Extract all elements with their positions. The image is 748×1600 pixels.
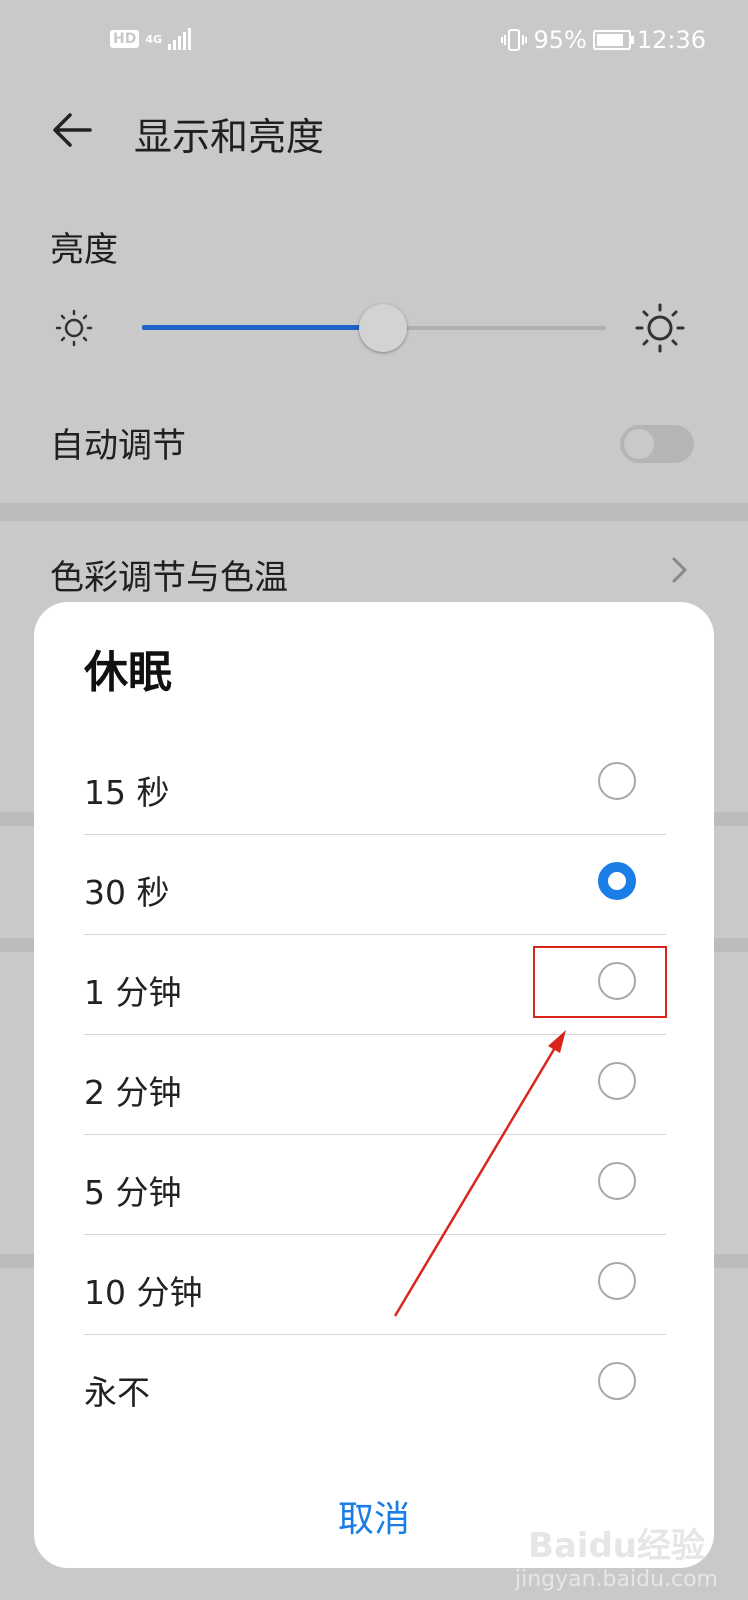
signal-icon [168,28,192,50]
radio-button[interactable] [598,762,636,800]
section-divider [0,503,748,521]
option-never[interactable]: 永不 [84,1334,666,1434]
radio-button[interactable] [598,1362,636,1400]
watermark: Baidu经验 jingyan.baidu.com [515,1518,718,1592]
vibrate-icon [501,29,528,51]
hd-badge: HD [110,30,140,48]
option-label: 永不 [84,1373,150,1412]
chevron-right-icon [672,557,687,583]
radio-button[interactable] [598,1262,636,1300]
watermark-site: jingyan.baidu.com [514,1567,718,1592]
page-title: 显示和亮度 [134,115,325,159]
option-label: 30 秒 [84,873,170,912]
option-5min[interactable]: 5 分钟 [84,1134,666,1235]
sun-high-icon [635,303,685,353]
toggle-knob [624,429,654,459]
brightness-label: 亮度 [50,230,118,270]
watermark-brand: Baidu经验 [527,1526,706,1566]
back-arrow-icon[interactable] [50,108,94,152]
sleep-dialog: 休眠 15 秒 30 秒 1 分钟 2 分钟 5 分钟 10 分钟 永不 取消 [34,602,714,1568]
top-bar: 显示和亮度 [0,100,748,160]
slider-fill [142,325,384,330]
slider-thumb[interactable] [359,304,408,352]
option-label: 5 分钟 [84,1173,182,1212]
status-left: HD 4G [110,28,192,50]
option-label: 15 秒 [84,773,170,812]
battery-percent: 95% [533,26,587,54]
radio-button[interactable] [598,1062,636,1100]
color-temperature-label[interactable]: 色彩调节与色温 [50,550,288,599]
option-15s[interactable]: 15 秒 [84,734,666,835]
annotation-highlight-box [533,946,667,1018]
option-label: 10 分钟 [84,1273,203,1312]
option-30s[interactable]: 30 秒 [84,834,666,935]
radio-button[interactable] [598,1162,636,1200]
auto-adjust-toggle[interactable] [620,425,694,463]
status-right: 95% 12:36 [501,26,706,54]
sun-low-icon [55,309,93,347]
brightness-slider[interactable] [50,300,700,360]
option-label: 2 分钟 [84,1073,182,1112]
option-label: 1 分钟 [84,973,182,1012]
battery-icon [592,30,634,50]
radio-button[interactable] [598,862,636,900]
dialog-title: 休眠 [84,647,172,698]
status-bar: HD 4G 95% 12:36 [0,0,748,86]
option-2min[interactable]: 2 分钟 [84,1034,666,1135]
clock: 12:36 [636,26,706,54]
network-label: 4G [145,32,163,46]
option-10min[interactable]: 10 分钟 [84,1234,666,1335]
auto-adjust-label: 自动调节 [50,426,186,466]
